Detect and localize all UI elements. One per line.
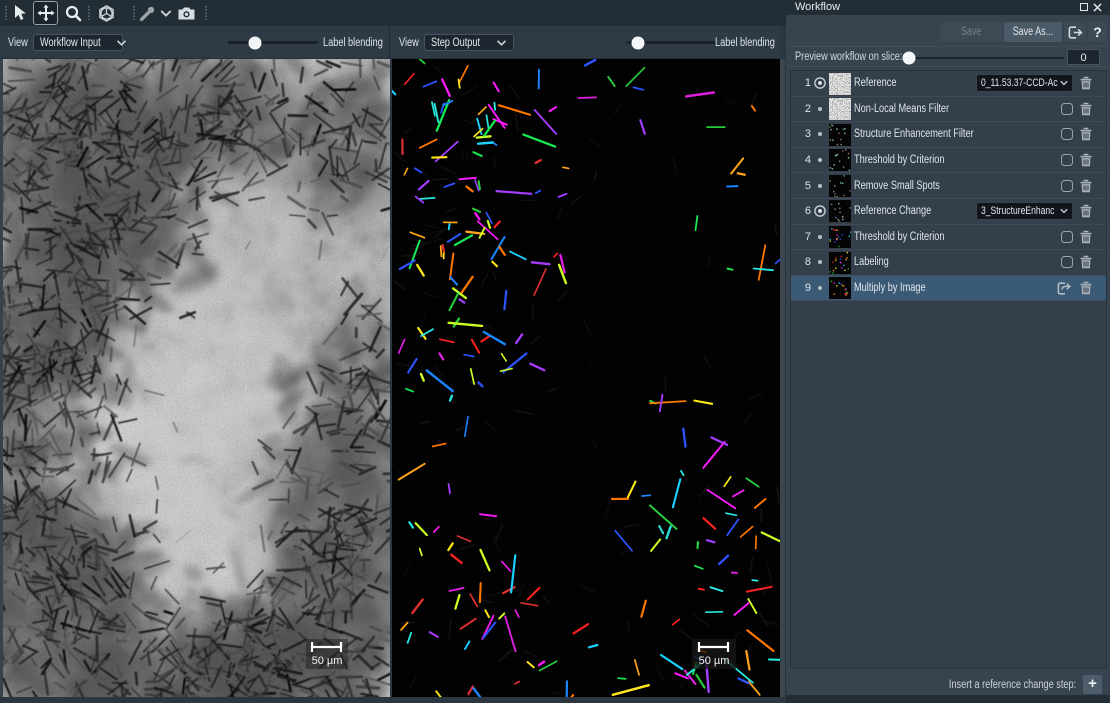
- svg-text:50 µm: 50 µm: [312, 655, 343, 667]
- svg-text:50 µm: 50 µm: [699, 655, 730, 667]
